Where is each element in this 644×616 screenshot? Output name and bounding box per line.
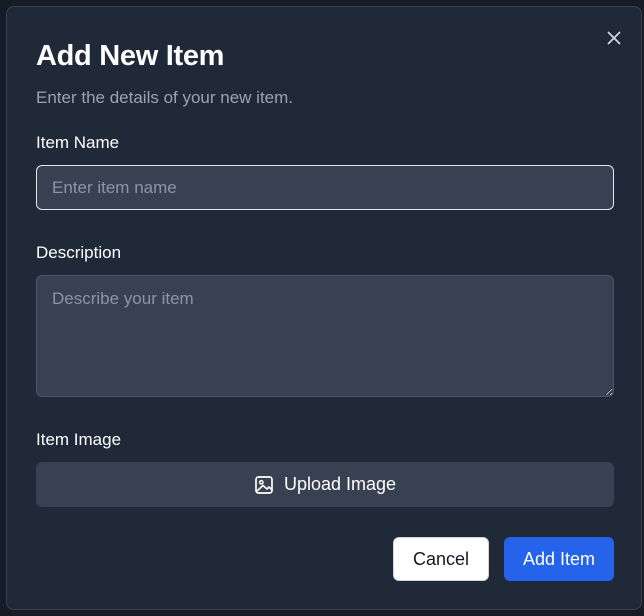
- item-name-input[interactable]: [36, 165, 614, 210]
- dialog-subtitle: Enter the details of your new item.: [36, 88, 294, 107]
- description-textarea[interactable]: [36, 275, 614, 397]
- image-icon: [254, 475, 274, 495]
- item-image-label: Item Image: [36, 430, 122, 449]
- upload-image-label: Upload Image: [283, 474, 397, 494]
- close-icon: [607, 31, 621, 45]
- close-button[interactable]: [605, 29, 623, 47]
- add-item-button[interactable]: Add Item: [504, 537, 614, 581]
- item-name-label: Item Name: [36, 133, 120, 152]
- add-item-dialog: Add New Item Enter the details of your n…: [6, 6, 642, 610]
- dialog-title: Add New Item: [36, 40, 225, 72]
- cancel-button[interactable]: Cancel: [393, 537, 489, 581]
- description-label: Description: [36, 243, 122, 262]
- upload-image-button[interactable]: Upload Image: [36, 462, 614, 507]
